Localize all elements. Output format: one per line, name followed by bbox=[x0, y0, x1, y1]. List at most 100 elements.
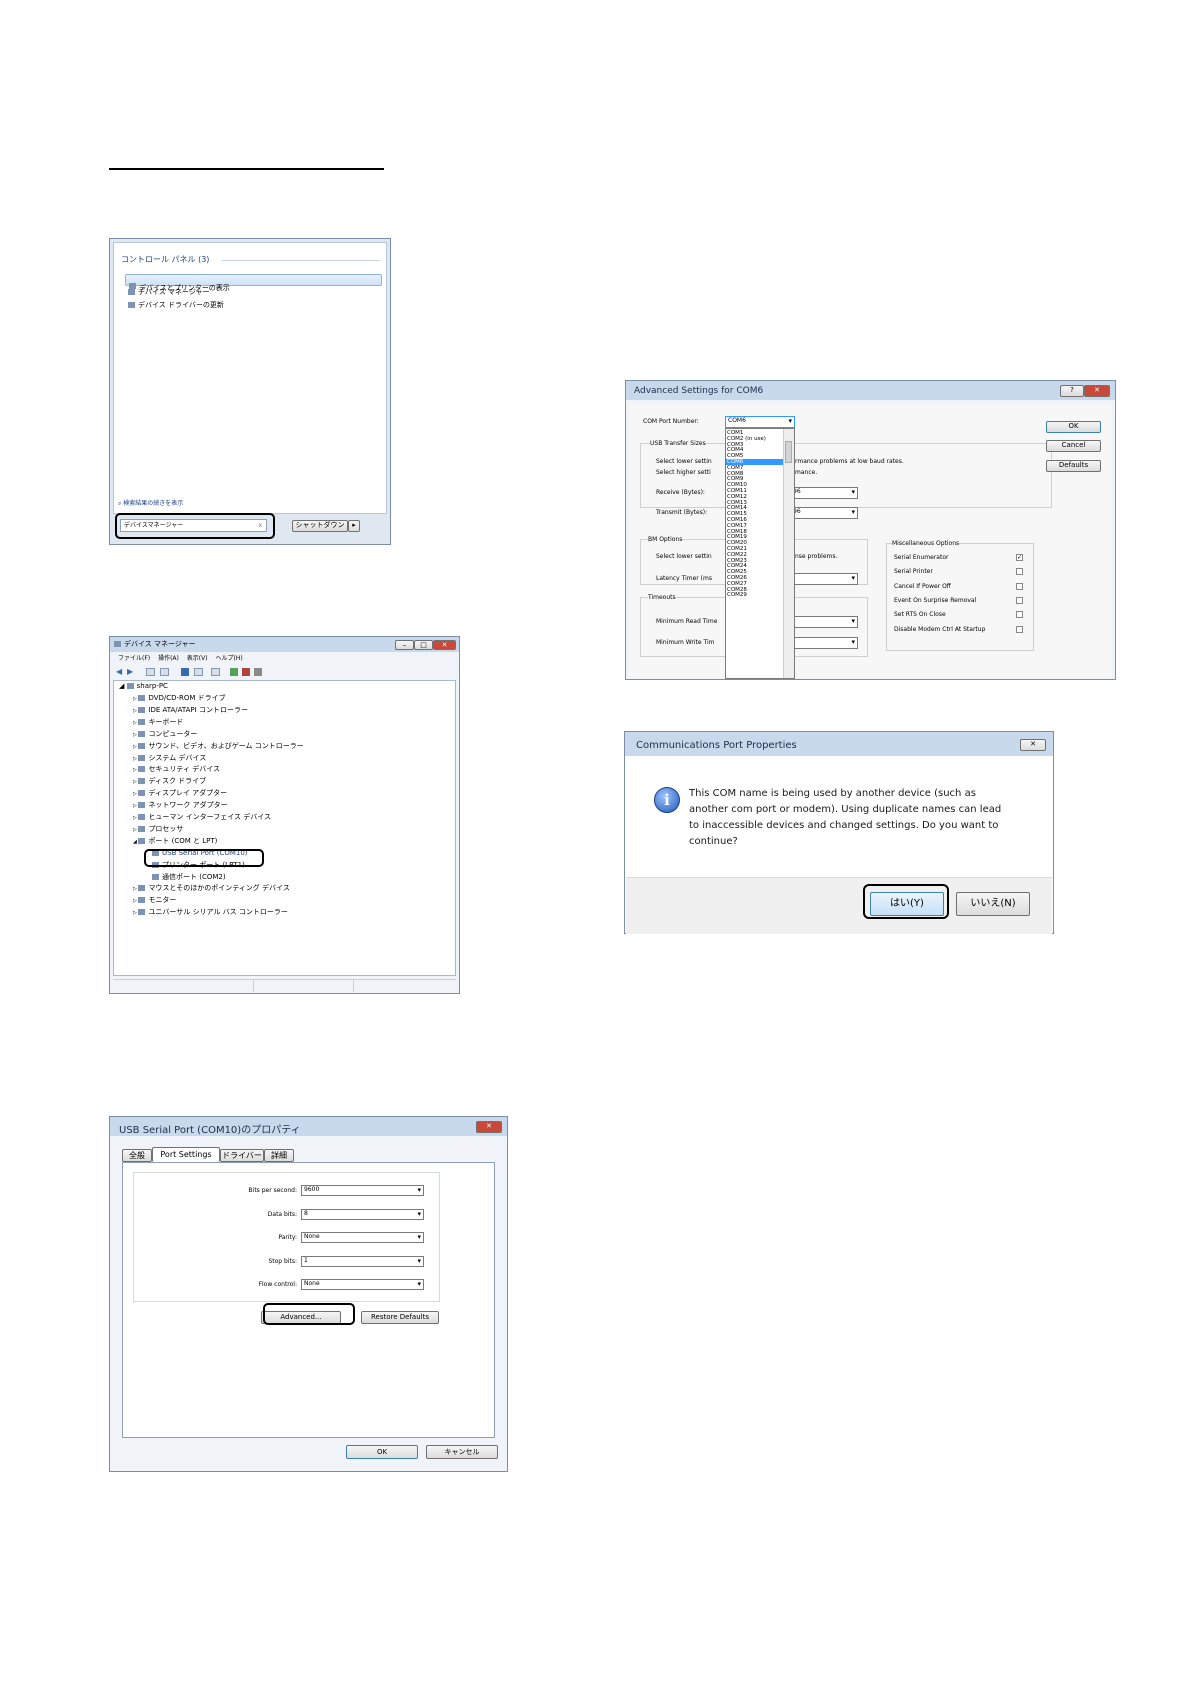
view-icon[interactable] bbox=[194, 668, 203, 676]
shutdown-button[interactable]: シャットダウン bbox=[292, 520, 348, 532]
min-read-select[interactable] bbox=[790, 616, 858, 628]
close-button[interactable]: ✕ bbox=[433, 640, 456, 650]
misc-option-checkbox[interactable] bbox=[1016, 596, 1023, 604]
misc-option-checkbox[interactable] bbox=[1016, 611, 1023, 619]
field-select[interactable]: None bbox=[301, 1232, 424, 1243]
device-category-icon bbox=[138, 778, 146, 785]
tree-node-label: システム デバイス bbox=[148, 753, 207, 762]
minimize-button[interactable]: – bbox=[395, 640, 414, 650]
dropdown-scrollbar[interactable] bbox=[783, 429, 794, 678]
tab-page: Bits per second: 9600 Data bits: 8 Parity: No… bbox=[122, 1162, 495, 1438]
misc-option-checkbox[interactable]: ✓ bbox=[1016, 554, 1023, 561]
device-tree: ◢ sharp-PC ▷ DVD/CD-ROM ドライブ ▷ IDE ATA/AT… bbox=[113, 680, 456, 976]
tree-node[interactable]: ◢ ポート (COM と LPT) bbox=[133, 837, 217, 847]
tree-root[interactable]: ◢ sharp-PC bbox=[119, 682, 168, 691]
receive-select[interactable]: 96 bbox=[790, 487, 858, 499]
control-panel-item-label: デバイス ドライバーの更新 bbox=[138, 301, 224, 309]
tree-node[interactable]: ▷ コンピューター bbox=[133, 730, 197, 740]
no-button[interactable]: いいえ(N) bbox=[956, 892, 1030, 916]
menu-view[interactable]: 表示(V) bbox=[187, 655, 208, 662]
latency-select[interactable] bbox=[790, 573, 858, 585]
control-panel-item-devices-printers[interactable]: デバイスとプリンターの表示 bbox=[125, 274, 382, 292]
heading-underline bbox=[109, 168, 384, 170]
help-button[interactable]: ? bbox=[1060, 385, 1084, 397]
properties-icon[interactable] bbox=[146, 668, 155, 676]
scan-icon[interactable] bbox=[211, 668, 220, 676]
settings-group: Bits per second: 9600 Data bits: 8 Parity: No… bbox=[133, 1172, 440, 1302]
scroll-thumb[interactable] bbox=[785, 441, 792, 463]
tree-node[interactable]: ▷ セキュリティ デバイス bbox=[133, 765, 220, 775]
close-button[interactable]: ✕ bbox=[1084, 385, 1110, 397]
misc-option-checkbox[interactable] bbox=[1016, 582, 1023, 590]
title-bar: デバイス マネージャー – □ ✕ bbox=[110, 637, 459, 652]
tree-node[interactable]: ▷ ディスク ドライブ bbox=[133, 777, 206, 787]
control-panel-item-device-manager[interactable]: デバイス マネージャー bbox=[128, 288, 210, 297]
defaults-button[interactable]: Defaults bbox=[1046, 460, 1101, 472]
usb-transfer-label: USB Transfer Sizes bbox=[650, 440, 706, 447]
back-icon[interactable]: ◀ bbox=[116, 667, 122, 676]
field-select[interactable]: None bbox=[301, 1279, 424, 1290]
com-port-select[interactable]: COM6 bbox=[725, 416, 795, 428]
tree-node[interactable]: ▷ モニター bbox=[133, 896, 176, 906]
device-category-icon bbox=[138, 802, 146, 809]
field-select[interactable]: 9600 bbox=[301, 1185, 424, 1196]
device-category-icon bbox=[138, 885, 146, 892]
field-select[interactable]: 1 bbox=[301, 1255, 424, 1267]
uninstall-icon[interactable] bbox=[242, 668, 250, 676]
tree-node[interactable]: ▷ ユニバーサル シリアル バス コントローラー bbox=[133, 908, 288, 918]
help-icon[interactable] bbox=[181, 668, 189, 676]
misc-option-label: Event On Surprise Removal bbox=[894, 596, 977, 604]
menu-file[interactable]: ファイル(F) bbox=[118, 655, 150, 662]
menu-action[interactable]: 操作(A) bbox=[158, 655, 179, 662]
misc-option-checkbox[interactable] bbox=[1016, 568, 1023, 576]
tree-node[interactable]: ▷ プロセッサ bbox=[133, 825, 183, 835]
com-port-dropdown-list[interactable]: COM1 COM2 (in use) COM3 COM4 COM5 COM6 COM7 COM… bbox=[725, 428, 795, 679]
dialog-title: Communications Port Properties bbox=[636, 740, 797, 751]
control-panel-item-update-driver[interactable]: デバイス ドライバーの更新 bbox=[128, 301, 224, 310]
menu-help[interactable]: ヘルプ(H) bbox=[216, 655, 243, 662]
update-icon[interactable] bbox=[160, 668, 169, 676]
tree-node[interactable]: ▷ サウンド、ビデオ、およびゲーム コントローラー bbox=[133, 742, 304, 752]
cancel-button[interactable]: Cancel bbox=[1046, 440, 1101, 452]
shutdown-options-button[interactable]: ▸ bbox=[348, 520, 360, 532]
disable-icon[interactable] bbox=[254, 668, 262, 676]
see-more-results-link[interactable]: ⌕ 検索結果の続きを表示 bbox=[118, 500, 183, 507]
title-bar: Advanced Settings for COM6 ? ✕ bbox=[626, 381, 1115, 400]
transmit-select[interactable]: 96 bbox=[790, 507, 858, 519]
min-write-select[interactable] bbox=[790, 637, 858, 649]
com-list-item[interactable]: COM29 bbox=[726, 592, 785, 598]
device-category-icon bbox=[138, 766, 146, 773]
tab-details[interactable]: 詳細 bbox=[264, 1149, 294, 1162]
misc-option-checkbox[interactable] bbox=[1016, 625, 1023, 633]
tree-node-label: ディスク ドライブ bbox=[148, 777, 207, 786]
field-select[interactable]: 8 bbox=[301, 1208, 424, 1220]
tab-driver[interactable]: ドライバー bbox=[220, 1149, 264, 1162]
maximize-button[interactable]: □ bbox=[414, 640, 433, 650]
group-divider bbox=[222, 260, 380, 261]
ok-button[interactable]: OK bbox=[346, 1445, 418, 1459]
enable-icon[interactable] bbox=[230, 668, 238, 676]
tree-node[interactable]: ▷ ネットワーク アダプター bbox=[133, 801, 228, 811]
ok-button[interactable]: OK bbox=[1046, 421, 1101, 433]
device-category-icon bbox=[138, 909, 146, 916]
tree-node[interactable]: ▷ キーボード bbox=[133, 718, 183, 728]
tree-node[interactable]: ▷ ヒューマン インターフェイス デバイス bbox=[133, 813, 271, 823]
tree-node-label: コンピューター bbox=[148, 729, 198, 738]
restore-defaults-button[interactable]: Restore Defaults bbox=[361, 1311, 439, 1324]
tab-general[interactable]: 全般 bbox=[122, 1149, 152, 1162]
advanced-highlight-box bbox=[263, 1303, 355, 1325]
tree-node[interactable]: ▷ システム デバイス bbox=[133, 754, 206, 764]
tree-node[interactable]: ▷ ディスプレイ アダプター bbox=[133, 789, 227, 799]
close-button[interactable]: ✕ bbox=[476, 1121, 502, 1133]
tree-node-label: ポート (COM と LPT) bbox=[148, 836, 218, 845]
tree-node[interactable]: ▷ DVD/CD-ROM ドライブ bbox=[133, 694, 226, 704]
timeouts-label: Timeouts bbox=[648, 594, 676, 601]
tree-node[interactable]: ▷ IDE ATA/ATAPI コントローラー bbox=[133, 706, 248, 716]
tree-node[interactable]: ▷ マウスとそのほかのポインティング デバイス bbox=[133, 884, 290, 894]
close-button[interactable]: ✕ bbox=[1020, 739, 1046, 751]
computer-icon bbox=[126, 683, 134, 689]
cancel-button[interactable]: キャンセル bbox=[426, 1445, 498, 1459]
tree-child-node[interactable]: 通信ポート (COM2) bbox=[152, 873, 226, 882]
tab-port-settings[interactable]: Port Settings bbox=[152, 1147, 220, 1162]
forward-icon[interactable]: ▶ bbox=[127, 667, 133, 676]
